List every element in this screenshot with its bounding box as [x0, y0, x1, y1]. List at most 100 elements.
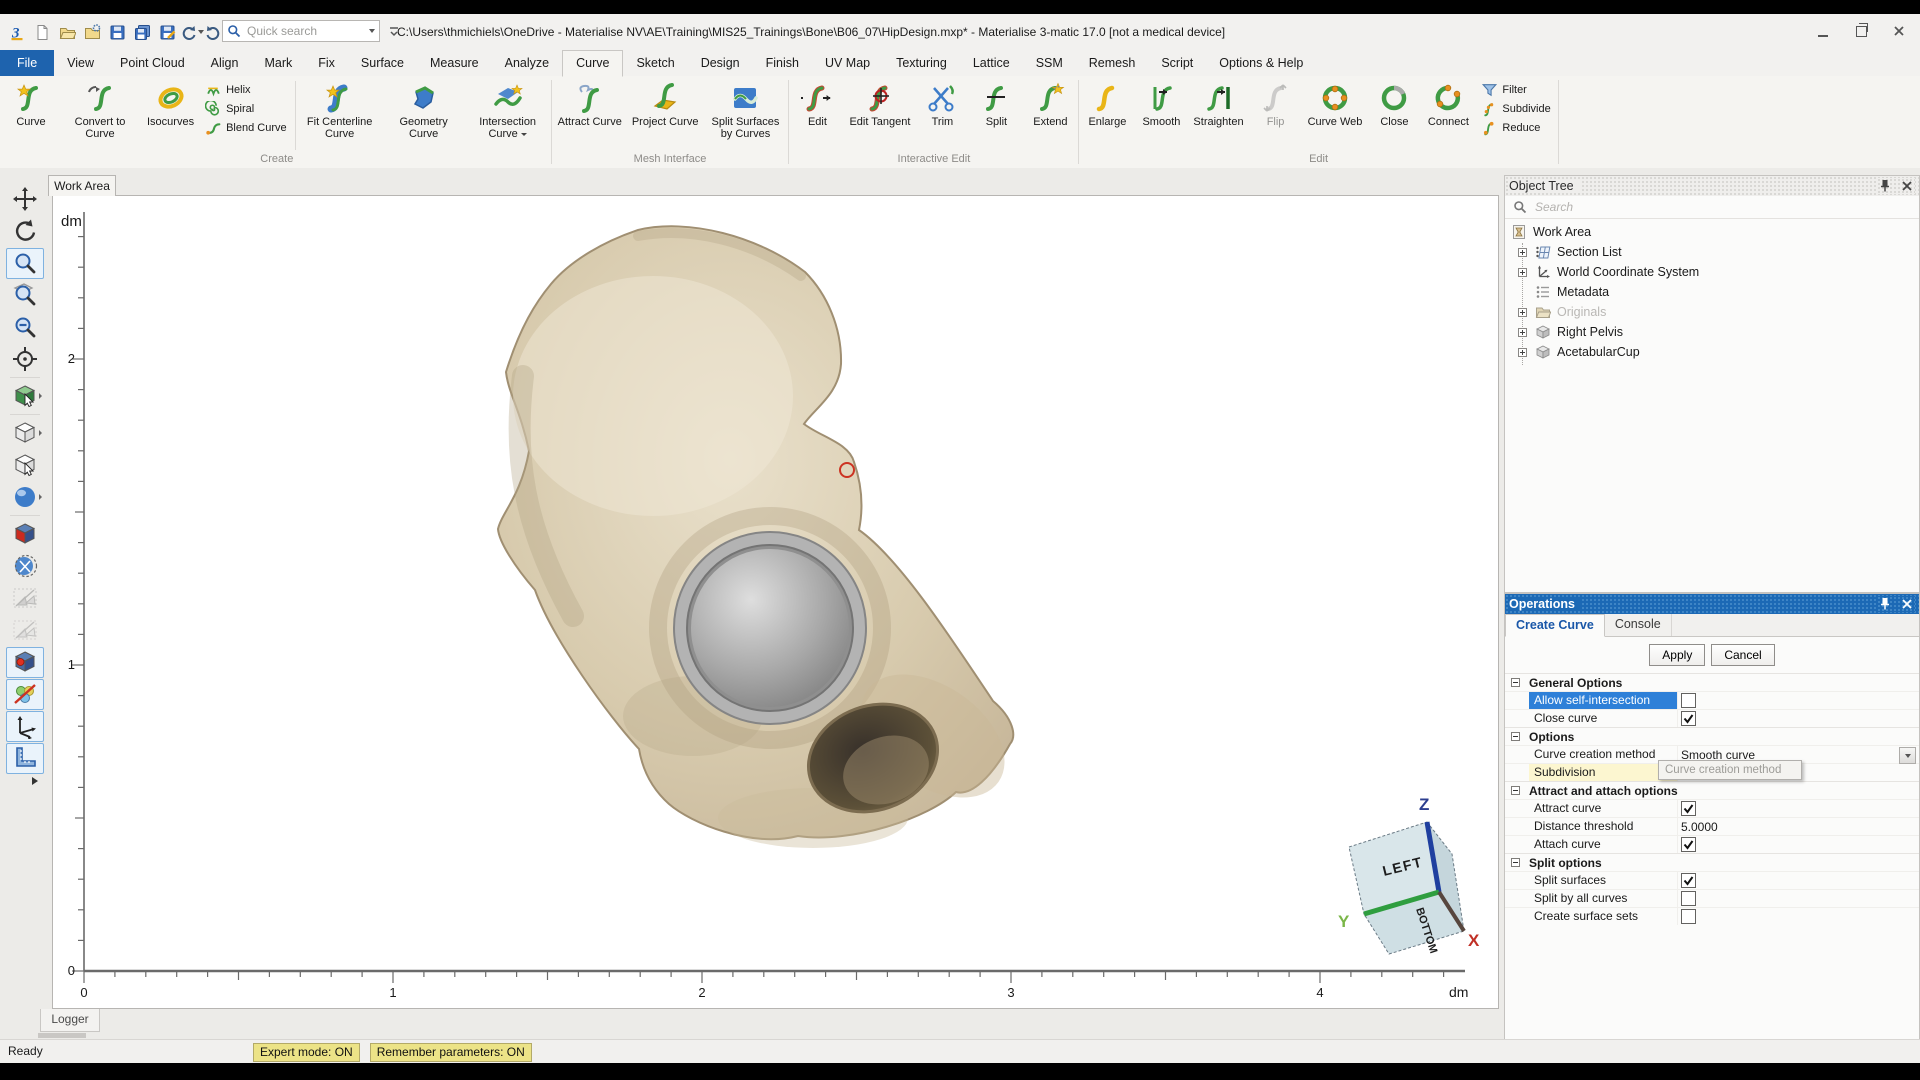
zoom-out-button[interactable]	[6, 312, 44, 343]
ribbon-button-smooth[interactable]: Smooth	[1134, 79, 1188, 130]
operations-tab-create-curve[interactable]: Create Curve	[1505, 614, 1605, 637]
menu-item-point-cloud[interactable]: Point Cloud	[107, 50, 198, 76]
menu-item-file[interactable]: File	[0, 50, 54, 76]
flyout-arrow-icon[interactable]	[39, 494, 42, 500]
property-value[interactable]	[1677, 872, 1919, 889]
clipping-cube-button[interactable]	[6, 519, 44, 550]
save-all-button[interactable]	[131, 21, 153, 43]
tree-item-metadata[interactable]: Metadata	[1505, 282, 1919, 302]
menu-item-ssm[interactable]: SSM	[1023, 50, 1076, 76]
save-as-button[interactable]	[156, 21, 178, 43]
dropdown-caret-icon[interactable]	[198, 30, 204, 34]
checkbox-create-surface-sets[interactable]	[1681, 909, 1696, 924]
ribbon-button-project-curve[interactable]: Project Curve	[627, 79, 704, 130]
cancel-button[interactable]: Cancel	[1711, 644, 1774, 666]
property-value[interactable]	[1677, 800, 1919, 817]
pan-button[interactable]	[6, 184, 44, 215]
menu-item-options-help[interactable]: Options & Help	[1206, 50, 1316, 76]
property-label[interactable]: Allow self-intersection	[1529, 692, 1677, 709]
property-label[interactable]: Distance threshold	[1529, 818, 1677, 835]
tree-expander-icon[interactable]	[1518, 348, 1527, 357]
flyout-arrow-icon[interactable]	[39, 393, 42, 399]
menu-item-sketch[interactable]: Sketch	[623, 50, 687, 76]
logger-scrollbar-thumb[interactable]	[38, 1033, 86, 1038]
tree-expander-icon[interactable]	[1518, 308, 1527, 317]
measure-ruler-button[interactable]	[6, 743, 44, 774]
ribbon-button-trim[interactable]: Trim	[915, 79, 969, 130]
ribbon-button-intersection-curve[interactable]: Intersection Curve	[466, 79, 550, 142]
open-project-button[interactable]	[81, 21, 103, 43]
ribbon-button-attract-curve[interactable]: Attract Curve	[553, 79, 627, 130]
ribbon-button-blend-curve[interactable]: Blend Curve	[201, 119, 291, 137]
menu-item-mark[interactable]: Mark	[251, 50, 305, 76]
menu-item-fix[interactable]: Fix	[305, 50, 348, 76]
property-label[interactable]: Split by all curves	[1529, 890, 1677, 907]
coordinate-system-button[interactable]	[6, 711, 44, 742]
hide-colors-button[interactable]	[6, 679, 44, 710]
menu-item-align[interactable]: Align	[198, 50, 252, 76]
flyout-arrow-icon[interactable]	[39, 430, 42, 436]
property-value-text[interactable]: 5.0000	[1681, 820, 1718, 834]
section-collapse-icon[interactable]	[1511, 732, 1520, 741]
property-value[interactable]	[1677, 710, 1919, 727]
ribbon-button-isocurves[interactable]: Isocurves	[142, 79, 199, 130]
orientation-cube[interactable]: LEFT BOTTOM Z Y X	[1338, 795, 1480, 955]
ribbon-button-straighten[interactable]: Straighten	[1188, 79, 1248, 130]
menu-item-texturing[interactable]: Texturing	[883, 50, 960, 76]
menu-item-view[interactable]: View	[54, 50, 107, 76]
acetabular-cup-sphere[interactable]	[674, 532, 866, 724]
property-section-options[interactable]: Options	[1505, 727, 1919, 745]
property-label[interactable]: Subdivision	[1529, 764, 1677, 781]
tree-expander-icon[interactable]	[1518, 328, 1527, 337]
property-value[interactable]	[1677, 692, 1919, 709]
operations-tab-console[interactable]: Console	[1605, 614, 1672, 636]
section-collapse-icon[interactable]	[1511, 786, 1520, 795]
menu-item-measure[interactable]: Measure	[417, 50, 492, 76]
menu-item-finish[interactable]: Finish	[753, 50, 812, 76]
menu-item-script[interactable]: Script	[1148, 50, 1206, 76]
tree-expander-icon[interactable]	[1518, 248, 1527, 257]
tree-item-right-pelvis[interactable]: Right Pelvis	[1505, 322, 1919, 342]
rotate-button[interactable]	[6, 216, 44, 247]
property-section-attract-and-attach-options[interactable]: Attract and attach options	[1505, 781, 1919, 799]
3matic-logo-button[interactable]: 3	[6, 21, 28, 43]
quick-search-input[interactable]	[245, 23, 364, 39]
3d-viewport[interactable]: 210 dm 01234 dm LEFT	[52, 195, 1499, 1009]
menu-item-remesh[interactable]: Remesh	[1076, 50, 1149, 76]
ribbon-button-geometry-curve[interactable]: Geometry Curve	[382, 79, 466, 142]
cut-view-button[interactable]	[6, 551, 44, 582]
active-clipping-button[interactable]	[6, 647, 44, 678]
tree-item-world-coordinate-system[interactable]: World Coordinate System	[1505, 262, 1919, 282]
pin-icon[interactable]	[1877, 178, 1893, 194]
property-label[interactable]: Curve creation method	[1529, 746, 1677, 763]
zoom-button[interactable]	[6, 248, 44, 279]
ribbon-button-reduce[interactable]: Reduce	[1477, 119, 1554, 137]
ribbon-button-curve-web[interactable]: Curve Web	[1303, 79, 1368, 130]
section-collapse-icon[interactable]	[1511, 858, 1520, 867]
checkbox-split-by-all-curves[interactable]	[1681, 891, 1696, 906]
property-value[interactable]	[1677, 836, 1919, 853]
menu-item-analyze[interactable]: Analyze	[492, 50, 562, 76]
new-document-button[interactable]	[31, 21, 53, 43]
dropdown-button[interactable]	[1899, 747, 1916, 764]
ribbon-button-filter[interactable]: Filter	[1477, 81, 1554, 99]
property-label[interactable]: Close curve	[1529, 710, 1677, 727]
logger-tab[interactable]: Logger	[40, 1009, 100, 1032]
menu-item-uv-map[interactable]: UV Map	[812, 50, 883, 76]
tree-search-input[interactable]	[1533, 199, 1911, 215]
ribbon-button-spiral[interactable]: Spiral	[201, 100, 291, 118]
pick-view-button[interactable]	[6, 450, 44, 481]
tree-item-acetabularcup[interactable]: AcetabularCup	[1505, 342, 1919, 362]
ribbon-button-connect[interactable]: Connect	[1421, 79, 1475, 130]
ribbon-button-split-surfaces-by-curves[interactable]: Split Surfaces by Curves	[703, 79, 787, 142]
work-area-tab[interactable]: Work Area	[48, 175, 116, 196]
view-cube-button[interactable]	[6, 418, 44, 449]
close-panel-icon[interactable]	[1899, 596, 1915, 612]
undo-button[interactable]	[181, 21, 203, 43]
toolbar-expand-button[interactable]	[7, 774, 43, 788]
ribbon-button-edit-tangent[interactable]: Edit Tangent	[844, 79, 915, 130]
checkbox-attach-curve[interactable]	[1681, 837, 1696, 852]
ribbon-button-edit[interactable]: Edit	[790, 79, 844, 130]
menu-item-lattice[interactable]: Lattice	[960, 50, 1023, 76]
save-button[interactable]	[106, 21, 128, 43]
